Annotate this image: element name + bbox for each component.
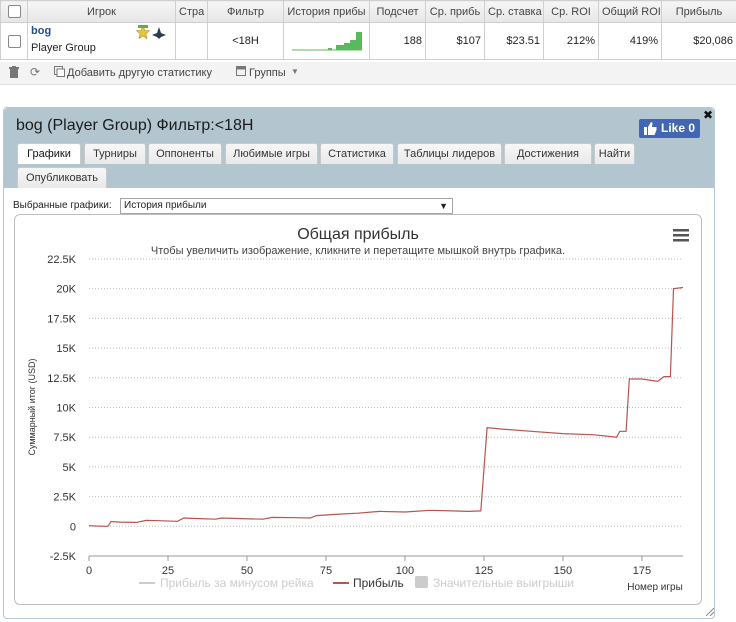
facebook-like-button[interactable]: Like 0 [639,119,700,138]
row-select-cell[interactable] [0,22,28,60]
select-all-checkbox[interactable] [7,5,21,18]
chevron-down-icon[interactable]: ▼ [291,67,299,76]
col-header-avg-profit[interactable]: Ср. прибь [425,0,485,23]
profit-history-cell [283,22,370,60]
page-title: bog (Player Group) Фильтр:<18H [16,117,254,134]
y-tick-label: 0 [70,521,76,533]
col-header-profit[interactable]: Прибыль [661,0,736,23]
add-stats-icon[interactable] [54,66,65,80]
y-tick-label: 15K [56,343,76,355]
col-header-avg-roi[interactable]: Ср. ROI [543,0,599,23]
chevron-down-icon: ▼ [439,201,448,211]
tab-favorite-games[interactable]: Любимые игры [225,143,318,164]
y-tick-label: 20K [56,284,76,296]
col-header-player[interactable]: Игрок [27,0,176,23]
y-tick-label: 7.5K [53,432,76,444]
table-row: bog Player Group <18H 188 $107 $23.51 21… [0,22,736,60]
country-cell [175,22,208,60]
profit-sparkline [291,31,362,50]
tab-achievements[interactable]: Достижения [504,143,592,164]
stats-table: Игрок Стра Фильтр История прибы Подсчет … [0,0,736,60]
profit-chart-container: Общая прибыль Чтобы увеличить изображени… [14,214,702,605]
avg-stake-cell: $23.51 [484,22,544,60]
tab-charts[interactable]: Графики [17,143,81,164]
close-icon[interactable]: ✖ [703,108,713,122]
resize-handle-icon[interactable] [704,606,714,616]
table-toolbar: ⟳ Добавить другую статистику Группы ▼ [0,62,736,85]
y-tick-label: 17.5K [47,313,76,325]
y-axis-label: Суммарный итог (USD) [27,358,37,455]
chart-menu-icon[interactable] [673,229,689,242]
groups-icon[interactable] [236,66,246,79]
legend-label-big-wins: Значительные выигрыши [433,576,574,590]
chart-select-dropdown[interactable]: История прибыли ▼ [120,198,453,214]
filter-cell: <18H [207,22,284,60]
x-tick-label: 0 [86,565,92,577]
col-header-profit-history[interactable]: История прибы [283,0,370,23]
legend-item-big-wins[interactable]: Значительные выигрыши [415,576,574,590]
y-tick-labels: 22.5K 20K 17.5K 15K 12.5K 10K 7.5K 5K 2.5K 0 -2.5K [47,254,76,563]
avg-profit-cell: $107 [425,22,485,60]
chart-select-value: История прибыли [124,200,207,211]
chart-select-label: Выбранные графики: [13,200,112,211]
legend-item-profit[interactable]: Прибыль [333,576,404,590]
x-axis-label: Номер игры [627,582,683,593]
tab-publish[interactable]: Опубликовать [17,167,107,188]
profit-series-line [88,286,684,527]
add-stats-button[interactable]: Добавить другую статистику [67,67,212,79]
groups-button[interactable]: Группы [249,67,286,79]
y-tick-label: 22.5K [47,254,76,266]
profit-cell: $20,086 [661,22,736,60]
tab-opponents[interactable]: Оппоненты [148,143,222,164]
col-header-count[interactable]: Подсчет [369,0,426,23]
col-header-filter[interactable]: Фильтр [207,0,284,23]
tab-leaderboards[interactable]: Таблицы лидеров [397,143,502,164]
chart-subtitle: Чтобы увеличить изображение, кликните и … [151,245,565,257]
y-tick-label: -2.5K [50,551,77,563]
tab-statistics[interactable]: Статистика [320,143,394,164]
player-cell: bog Player Group [27,22,176,60]
legend-label-net-rake: Прибыль за минусом рейка [160,576,314,590]
tab-tournaments[interactable]: Турниры [84,143,146,164]
trophy-icon [136,25,150,40]
count-cell: 188 [369,22,426,60]
chart-legend: Прибыль за минусом рейка Прибыль Значите… [139,576,574,590]
x-tick-label: 75 [320,565,332,577]
col-header-country[interactable]: Стра [175,0,208,23]
trash-icon[interactable] [9,66,19,81]
col-header-avg-stake[interactable]: Ср. ставка [484,0,544,23]
thumbs-up-icon [644,122,657,135]
y-tick-label: 5K [63,462,77,474]
player-group-label: Player Group [31,42,96,54]
refresh-icon[interactable]: ⟳ [30,65,40,79]
profit-chart[interactable]: Общая прибыль Чтобы увеличить изображени… [15,215,701,604]
y-tick-label: 12.5K [47,373,76,385]
table-header-row: Игрок Стра Фильтр История прибы Подсчет … [0,0,736,23]
y-tick-label: 2.5K [53,492,76,504]
total-roi-cell: 419% [598,22,662,60]
x-tick-label: 175 [633,565,651,577]
shark-icon [152,27,166,39]
legend-label-profit: Прибыль [353,576,404,590]
legend-item-net-rake[interactable]: Прибыль за минусом рейка [139,576,314,590]
row-checkbox[interactable] [7,34,21,48]
chart-title: Общая прибыль [297,226,419,243]
player-name-link[interactable]: bog [31,25,51,37]
like-label: Like 0 [661,121,696,135]
col-header-total-roi[interactable]: Общий ROI [598,0,662,23]
select-all-cell[interactable] [0,0,28,23]
x-tick-labels: 0 25 50 75 100 125 150 175 [86,556,651,577]
tab-search[interactable]: Найти [594,143,635,164]
avg-roi-cell: 212% [543,22,599,60]
y-tick-label: 10K [56,403,76,415]
